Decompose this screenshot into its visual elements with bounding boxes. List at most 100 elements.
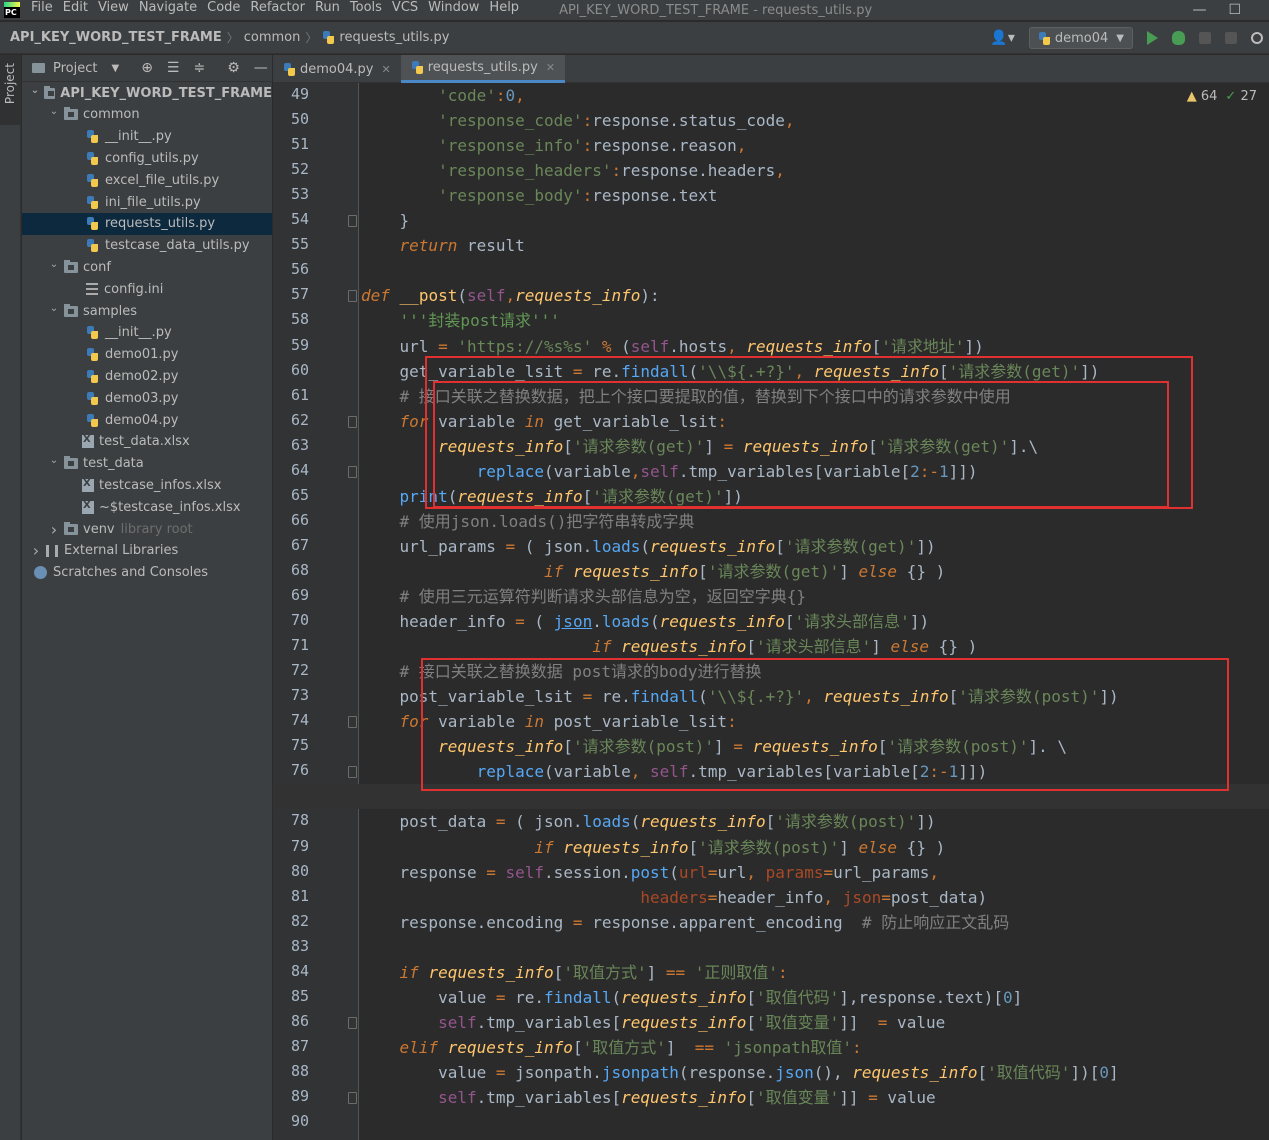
tree-item[interactable]: demo01.py bbox=[22, 344, 272, 366]
code-line[interactable]: def __post(self,requests_info): bbox=[361, 283, 660, 308]
fold-marker-icon[interactable] bbox=[348, 716, 357, 729]
tree-item[interactable]: ⌄ samples bbox=[22, 300, 272, 322]
tree-item[interactable]: config.ini bbox=[22, 278, 272, 300]
menu-code[interactable]: Code bbox=[202, 0, 245, 20]
tree-item[interactable]: test_data.xlsx bbox=[22, 431, 272, 453]
tree-item[interactable]: demo02.py bbox=[22, 365, 272, 387]
minimize-icon[interactable]: — bbox=[1192, 2, 1206, 18]
tree-item[interactable]: Scratches and Consoles bbox=[22, 562, 272, 584]
chevron-down-icon[interactable]: ⌄ bbox=[48, 303, 60, 314]
line-number[interactable]: 63 bbox=[273, 436, 309, 454]
line-number[interactable]: 57 bbox=[273, 285, 309, 303]
editor-tab[interactable]: demo04.py ✕ bbox=[273, 55, 401, 83]
close-icon[interactable]: ✕ bbox=[546, 61, 555, 74]
breadcrumb-project[interactable]: API_KEY_WORD_TEST_FRAME bbox=[10, 30, 222, 45]
code-line[interactable]: url = 'https://%s%s' % (self.hosts, requ… bbox=[361, 334, 984, 359]
gear-icon[interactable]: ⚙ bbox=[227, 60, 240, 76]
line-number[interactable]: 81 bbox=[273, 887, 309, 905]
tree-item[interactable]: requests_utils.py bbox=[22, 212, 272, 235]
tree-item[interactable]: ⌄ conf bbox=[22, 256, 272, 278]
editor-gutter[interactable]: 49 50 51 52 53 54 55 56 57 58 59 60 61 62 63 64 65 66 67 68… bbox=[273, 83, 359, 1140]
chevron-down-icon[interactable]: ⌄ bbox=[30, 85, 40, 96]
inspection-widget[interactable]: ▲ 64 ✓ 27 bbox=[1187, 89, 1257, 104]
fold-marker-icon[interactable] bbox=[348, 290, 357, 303]
line-number[interactable]: 84 bbox=[273, 962, 309, 980]
line-number[interactable]: 66 bbox=[273, 511, 309, 529]
coverage-icon[interactable] bbox=[1199, 32, 1211, 44]
maximize-icon[interactable]: ☐ bbox=[1228, 2, 1241, 18]
menu-navigate[interactable]: Navigate bbox=[134, 0, 202, 20]
tree-item[interactable]: › venv library root bbox=[22, 518, 272, 540]
fold-marker-icon[interactable] bbox=[348, 1016, 357, 1029]
tree-item[interactable]: ~$testcase_infos.xlsx bbox=[22, 496, 272, 518]
editor-tab[interactable]: requests_utils.py ✕ bbox=[400, 55, 566, 83]
line-number[interactable]: 90 bbox=[273, 1112, 309, 1130]
debug-icon[interactable] bbox=[1172, 31, 1185, 45]
stop-icon[interactable] bbox=[1225, 32, 1237, 44]
code-line[interactable]: if requests_info['取值方式'] == '正则取值': bbox=[361, 960, 788, 985]
line-number[interactable]: 65 bbox=[273, 486, 309, 504]
line-number[interactable]: 82 bbox=[273, 912, 309, 930]
line-number[interactable]: 87 bbox=[273, 1037, 309, 1055]
code-line[interactable]: '''封装post请求''' bbox=[361, 308, 560, 333]
line-number[interactable]: 58 bbox=[273, 310, 309, 328]
line-number[interactable]: 76 bbox=[273, 761, 309, 779]
menu-tools[interactable]: Tools bbox=[345, 0, 387, 20]
line-number[interactable]: 72 bbox=[273, 661, 309, 679]
line-number[interactable]: 59 bbox=[273, 336, 309, 354]
tree-item[interactable]: __init__.py bbox=[22, 322, 272, 344]
code-line[interactable]: } bbox=[361, 208, 410, 233]
tree-item[interactable]: demo04.py bbox=[22, 409, 272, 431]
close-icon[interactable]: ✕ bbox=[382, 63, 391, 76]
code-editor[interactable]: 49 50 51 52 53 54 55 56 57 58 59 60 61 62 63 64 65 66 67 68… bbox=[273, 83, 1269, 1140]
line-number[interactable]: 51 bbox=[273, 135, 309, 153]
code-line[interactable]: 'response_code':response.status_code, bbox=[361, 108, 794, 133]
line-number[interactable]: 61 bbox=[273, 386, 309, 404]
code-line[interactable]: 'response_body':response.text bbox=[361, 183, 717, 208]
code-line[interactable]: # 使用三元运算符判断请求头部信息为空，返回空字典{} bbox=[361, 584, 807, 609]
code-line[interactable]: 'code':0, bbox=[361, 83, 525, 108]
code-line[interactable]: response.encoding = response.apparent_en… bbox=[361, 910, 1010, 935]
project-tool-window-button[interactable]: Project bbox=[0, 55, 21, 125]
fold-marker-icon[interactable] bbox=[348, 465, 357, 478]
line-number[interactable]: 85 bbox=[273, 987, 309, 1005]
line-number[interactable]: 67 bbox=[273, 536, 309, 554]
line-number[interactable]: 75 bbox=[273, 736, 309, 754]
line-number[interactable]: 54 bbox=[273, 210, 309, 228]
code-line[interactable]: return result bbox=[361, 233, 525, 258]
collapse-all-icon[interactable]: ≑ bbox=[193, 60, 205, 76]
fold-marker-icon[interactable] bbox=[348, 415, 357, 428]
code-line[interactable]: # 使用json.loads()把字符串转成字典 bbox=[361, 509, 695, 534]
line-number[interactable]: 73 bbox=[273, 686, 309, 704]
tree-item[interactable]: ⌄ common bbox=[22, 104, 272, 126]
menu-window[interactable]: Window bbox=[423, 0, 484, 20]
line-number[interactable]: 78 bbox=[273, 811, 309, 829]
chevron-down-icon[interactable]: ▼ bbox=[111, 63, 119, 74]
menu-view[interactable]: View bbox=[93, 0, 134, 20]
breadcrumb-file[interactable]: requests_utils.py bbox=[339, 30, 449, 45]
code-line[interactable]: header_info = ( json.loads(requests_info… bbox=[361, 609, 930, 634]
line-number[interactable]: 86 bbox=[273, 1012, 309, 1030]
tree-item[interactable]: testcase_infos.xlsx bbox=[22, 474, 272, 496]
chevron-down-icon[interactable]: ⌄ bbox=[48, 455, 60, 466]
line-number[interactable]: 49 bbox=[273, 85, 309, 103]
line-number[interactable]: 89 bbox=[273, 1087, 309, 1105]
fold-marker-icon[interactable] bbox=[348, 766, 357, 779]
run-configuration-select[interactable]: demo04 ▼ bbox=[1028, 27, 1133, 49]
tree-item[interactable]: ⌄ test_data bbox=[22, 453, 272, 475]
fold-marker-icon[interactable] bbox=[348, 1092, 357, 1104]
line-number[interactable]: 79 bbox=[273, 837, 309, 855]
tree-item[interactable]: config_utils.py bbox=[22, 147, 272, 169]
locate-file-icon[interactable]: ⊕ bbox=[141, 60, 153, 76]
line-number[interactable]: 88 bbox=[273, 1062, 309, 1080]
project-view-select[interactable]: Project bbox=[53, 61, 97, 76]
tree-item[interactable]: › External Libraries bbox=[22, 540, 272, 562]
line-number[interactable]: 56 bbox=[273, 260, 309, 278]
tree-item[interactable]: __init__.py bbox=[22, 126, 272, 148]
code-line[interactable]: post_data = ( json.loads(requests_info['… bbox=[361, 809, 936, 834]
breadcrumb-folder[interactable]: common bbox=[244, 30, 301, 45]
expand-all-icon[interactable]: ☰ bbox=[167, 60, 180, 76]
run-icon[interactable] bbox=[1147, 31, 1158, 45]
fold-marker-icon[interactable] bbox=[348, 215, 357, 228]
search-icon[interactable] bbox=[1251, 32, 1263, 44]
